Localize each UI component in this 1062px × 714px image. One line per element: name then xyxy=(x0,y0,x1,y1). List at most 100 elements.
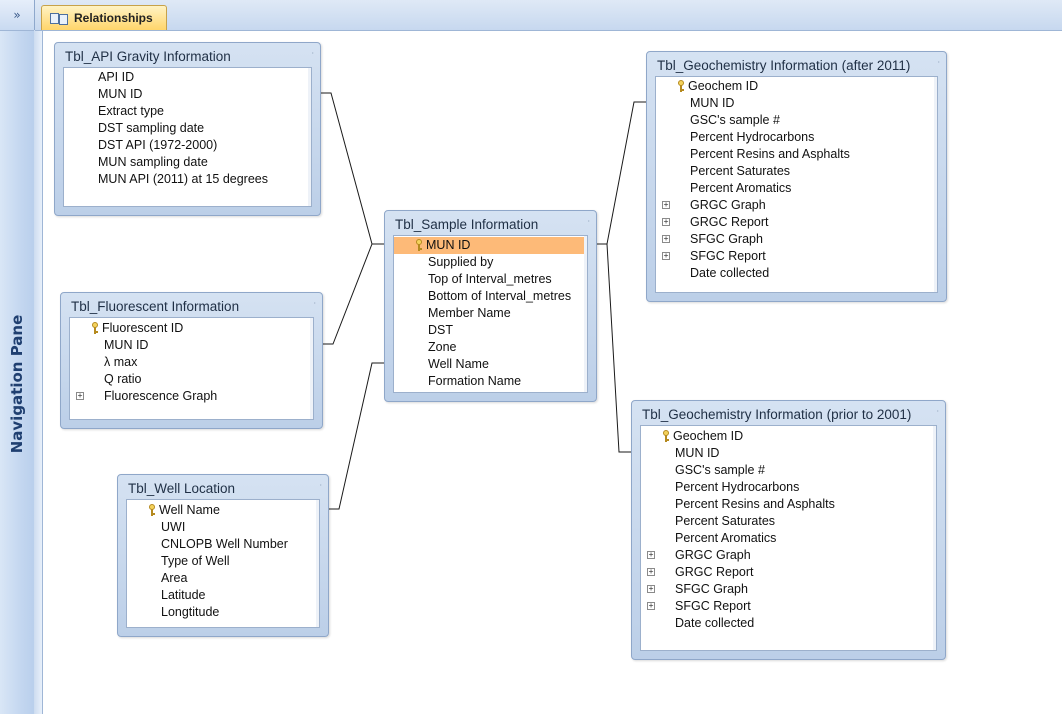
field-row[interactable]: CNLOPB Well Number xyxy=(127,536,316,553)
field-row[interactable]: + SFGC Report xyxy=(656,248,934,265)
field-list[interactable]: Well Name UWI CNLOPB Well Number Type of We… xyxy=(126,499,320,628)
field-row[interactable]: Percent Aromatics xyxy=(641,530,933,547)
field-row[interactable]: Latitude xyxy=(127,587,316,604)
field-row[interactable]: Percent Hydrocarbons xyxy=(641,479,933,496)
field-row[interactable]: Percent Hydrocarbons xyxy=(656,129,934,146)
resize-grip-icon[interactable]: · xyxy=(587,217,590,226)
field-row[interactable]: Supplied by xyxy=(394,254,584,271)
field-row[interactable]: λ max xyxy=(70,354,310,371)
relationship-line[interactable] xyxy=(595,243,631,453)
expand-plus-icon[interactable]: + xyxy=(662,235,670,243)
field-row[interactable]: Percent Resins and Asphalts xyxy=(641,496,933,513)
field-list[interactable]: Fluorescent ID MUN ID λ max Q ratio + Fluores… xyxy=(69,317,314,420)
field-list[interactable]: Geochem ID MUN ID GSC's sample # Percent Hy… xyxy=(655,76,938,293)
field-row[interactable]: GSC's sample # xyxy=(656,112,934,129)
field-row[interactable]: Formation Name xyxy=(394,373,584,390)
resize-grip-icon[interactable]: · xyxy=(937,58,940,67)
field-row[interactable]: + GRGC Report xyxy=(656,214,934,231)
field-row[interactable]: Date collected xyxy=(656,265,934,282)
relationships-canvas[interactable]: Tbl_API Gravity Information · API ID MUN ID… xyxy=(43,31,1062,714)
relationship-line[interactable] xyxy=(319,92,384,245)
field-row[interactable]: Area xyxy=(127,570,316,587)
field-row[interactable]: + GRGC Graph xyxy=(641,547,933,564)
tab-relationships[interactable]: Relationships xyxy=(41,5,167,30)
field-list[interactable]: MUN ID Supplied by Top of Interval_metres B… xyxy=(393,235,588,393)
field-row[interactable]: + Fluorescence Graph xyxy=(70,388,310,405)
expand-plus-icon[interactable]: + xyxy=(647,568,655,576)
field-row[interactable]: API ID xyxy=(64,69,308,86)
resize-grip-icon[interactable]: · xyxy=(936,407,939,416)
expand-plus-icon[interactable]: + xyxy=(647,551,655,559)
field-list[interactable]: Geochem ID MUN ID GSC's sample # Percent Hy… xyxy=(640,425,937,651)
field-row[interactable]: Zone xyxy=(394,339,584,356)
table-sample[interactable]: Tbl_Sample Information · MUN ID Supplied by… xyxy=(384,210,597,402)
field-row[interactable]: Geochem ID xyxy=(656,78,934,95)
field-row[interactable]: Well Name xyxy=(394,356,584,373)
scrollbar[interactable] xyxy=(933,426,936,650)
relationship-line[interactable] xyxy=(595,101,646,245)
expand-plus-icon[interactable]: + xyxy=(662,218,670,226)
table-title[interactable]: Tbl_Sample Information xyxy=(395,217,538,232)
field-row[interactable]: DST API (1972-2000) xyxy=(64,137,308,154)
table-title[interactable]: Tbl_Fluorescent Information xyxy=(71,299,239,314)
expand-plus-icon[interactable]: + xyxy=(647,585,655,593)
resize-grip-icon[interactable]: · xyxy=(313,299,316,308)
field-row[interactable]: Q ratio xyxy=(70,371,310,388)
field-row[interactable]: Bottom of Interval_metres xyxy=(394,288,584,305)
field-row[interactable]: Longtitude xyxy=(127,604,316,621)
table-geo2001[interactable]: Tbl_Geochemistry Information (prior to 2… xyxy=(631,400,946,660)
field-row[interactable]: Extract type xyxy=(64,103,308,120)
field-row[interactable]: MUN ID xyxy=(64,86,308,103)
field-list[interactable]: API ID MUN ID Extract type DST sampling dat… xyxy=(63,67,312,207)
field-row[interactable]: MUN ID xyxy=(70,337,310,354)
expand-plus-icon[interactable]: + xyxy=(662,201,670,209)
table-title[interactable]: Tbl_Geochemistry Information (prior to 2… xyxy=(642,407,911,422)
expand-plus-icon[interactable]: + xyxy=(647,602,655,610)
field-row[interactable]: MUN API (2011) at 15 degrees xyxy=(64,171,308,188)
navigation-pane-title[interactable]: Navigation Pane xyxy=(8,315,26,454)
field-row[interactable]: + SFGC Graph xyxy=(656,231,934,248)
field-row[interactable]: DST xyxy=(394,322,584,339)
expand-plus-icon[interactable]: + xyxy=(662,252,670,260)
expand-plus-icon[interactable]: + xyxy=(76,392,84,400)
resize-grip-icon[interactable]: · xyxy=(319,481,322,490)
field-row[interactable]: DST sampling date xyxy=(64,120,308,137)
splitter[interactable] xyxy=(34,30,43,714)
table-title[interactable]: Tbl_Well Location xyxy=(128,481,235,496)
field-row[interactable]: + GRGC Graph xyxy=(656,197,934,214)
scrollbar[interactable] xyxy=(584,236,587,392)
scrollbar[interactable] xyxy=(934,77,937,292)
table-fluor[interactable]: Tbl_Fluorescent Information · Fluorescent … xyxy=(60,292,323,429)
field-row[interactable]: + SFGC Graph xyxy=(641,581,933,598)
table-well[interactable]: Tbl_Well Location · Well Name UWI CNLOPB Wel… xyxy=(117,474,329,637)
table-api[interactable]: Tbl_API Gravity Information · API ID MUN ID… xyxy=(54,42,321,216)
resize-grip-icon[interactable]: · xyxy=(311,49,314,58)
expand-nav-pane-button[interactable]: » xyxy=(0,0,34,31)
field-row[interactable]: Member Name xyxy=(394,305,584,322)
table-geo2011[interactable]: Tbl_Geochemistry Information (after 2011… xyxy=(646,51,947,302)
field-row[interactable]: Type of Well xyxy=(127,553,316,570)
field-row[interactable]: GSC's sample # xyxy=(641,462,933,479)
field-row[interactable]: + GRGC Report xyxy=(641,564,933,581)
field-row[interactable]: Percent Saturates xyxy=(641,513,933,530)
field-row[interactable]: UWI xyxy=(127,519,316,536)
field-row[interactable]: MUN ID xyxy=(641,445,933,462)
field-row[interactable]: Well Name xyxy=(127,502,316,519)
field-row[interactable]: Fluorescent ID xyxy=(70,320,310,337)
navigation-pane[interactable]: » Navigation Pane xyxy=(0,0,35,714)
field-row[interactable]: Percent Resins and Asphalts xyxy=(656,146,934,163)
field-row[interactable]: MUN sampling date xyxy=(64,154,308,171)
relationship-line[interactable] xyxy=(321,243,384,345)
scrollbar[interactable] xyxy=(310,318,313,419)
field-row[interactable]: Percent Aromatics xyxy=(656,180,934,197)
field-row[interactable]: MUN ID xyxy=(394,237,584,254)
table-title[interactable]: Tbl_Geochemistry Information (after 2011… xyxy=(657,58,910,73)
table-title[interactable]: Tbl_API Gravity Information xyxy=(65,49,231,64)
field-row[interactable]: Date collected xyxy=(641,615,933,632)
scrollbar[interactable] xyxy=(316,500,319,627)
field-row[interactable]: Top of Interval_metres xyxy=(394,271,584,288)
field-row[interactable]: + SFGC Report xyxy=(641,598,933,615)
field-row[interactable]: Percent Saturates xyxy=(656,163,934,180)
field-row[interactable]: Geochem ID xyxy=(641,428,933,445)
scrollbar[interactable] xyxy=(308,68,311,206)
